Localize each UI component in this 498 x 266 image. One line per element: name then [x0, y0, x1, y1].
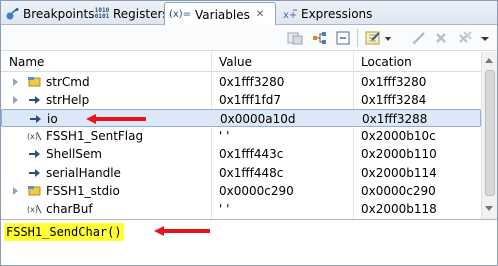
expressions-icon: x+ — [283, 7, 297, 21]
pointer-icon — [27, 166, 42, 180]
table-row[interactable]: strCmd 0x1fff3280 0x1fff3280 — [1, 73, 481, 91]
expand-arrow-icon[interactable] — [13, 186, 18, 195]
annotation-arrow-icon — [154, 226, 210, 236]
pointer-icon — [27, 147, 42, 161]
variable-icon: (x) — [27, 202, 42, 216]
svg-text:(x): (x) — [27, 205, 38, 214]
variable-icon: (x) — [27, 129, 42, 143]
cell-location: 0x2000b110 — [361, 147, 437, 162]
column-header-location[interactable]: Location — [355, 52, 481, 72]
svg-text:x+: x+ — [283, 10, 297, 21]
view-menu-dropdown-icon[interactable] — [479, 30, 491, 46]
cell-location: 0x1fff3284 — [361, 93, 427, 108]
tab-registers[interactable]: 1010 0101 Registers — [91, 3, 169, 25]
tab-bar: Breakpoints 1010 0101 Registers (x)= Vari… — [1, 1, 497, 26]
cell-name: FSSH1_stdio — [46, 183, 120, 198]
scroll-down-icon[interactable] — [485, 206, 493, 211]
scroll-up-icon[interactable] — [485, 58, 493, 63]
variables-icon: (x)= — [168, 9, 192, 20]
vertical-scrollbar[interactable] — [481, 52, 497, 219]
cell-value: 0x1fff1fd7 — [219, 93, 281, 108]
struct-icon — [27, 75, 42, 89]
variables-view: Breakpoints 1010 0101 Registers (x)= Vari… — [0, 0, 498, 266]
cell-value: 0x0000c290 — [219, 183, 294, 198]
pointer-icon — [28, 112, 43, 126]
cell-value: 0x0000a10d — [220, 112, 296, 127]
column-header-name[interactable]: Name — [3, 52, 211, 72]
cell-name: ShellSem — [46, 147, 102, 162]
table-row[interactable]: ShellSem 0x1fff443c 0x2000b110 — [1, 145, 481, 163]
cell-location: 0x2000b118 — [361, 201, 437, 216]
annotation-arrow-icon — [86, 114, 146, 124]
remove-icon[interactable] — [433, 30, 449, 46]
tab-expressions[interactable]: x+ Expressions — [279, 3, 372, 25]
detail-text: FSSH1_SendChar() — [4, 223, 124, 241]
cell-value: 0x1fff3280 — [219, 75, 285, 89]
cell-location: 0x2000b114 — [361, 165, 437, 180]
cell-name: strHelp — [46, 93, 90, 108]
column-header-value[interactable]: Value — [213, 52, 353, 72]
cell-location: 0x1fff3288 — [362, 112, 428, 127]
table-row[interactable]: io 0x0000a10d 0x1fff3288 — [1, 109, 481, 128]
cell-value: ' ' — [219, 201, 230, 216]
table-row[interactable]: strHelp 0x1fff1fd7 0x1fff3284 — [1, 91, 481, 109]
tab-label: Breakpoints — [23, 7, 95, 21]
pointer-icon — [27, 93, 42, 107]
breakpoints-icon — [5, 7, 19, 21]
close-icon[interactable]: ✕ — [256, 9, 264, 20]
table-row[interactable]: FSSH1_stdio 0x0000c290 0x0000c290 — [1, 182, 481, 200]
remove-all-icon[interactable] — [457, 30, 473, 46]
select-columns-icon[interactable] — [365, 30, 381, 46]
expand-arrow-icon[interactable] — [13, 78, 18, 86]
cell-location: 0x1fff3280 — [361, 75, 427, 89]
detail-pane[interactable]: FSSH1_SendChar() — [1, 219, 497, 265]
cell-name: serialHandle — [46, 165, 121, 180]
edit-variable-icon[interactable] — [411, 30, 427, 46]
show-logical-structure-icon[interactable] — [312, 30, 328, 46]
tab-label: Expressions — [301, 7, 373, 21]
table-row[interactable]: (x) charBuf ' ' 0x2000b118 — [1, 200, 481, 218]
expand-arrow-icon[interactable] — [13, 96, 18, 105]
table-header: Name Value Location — [1, 52, 497, 72]
collapse-all-icon[interactable] — [335, 30, 351, 46]
tab-breakpoints[interactable]: Breakpoints — [1, 3, 94, 25]
cell-name: FSSH1_SentFlag — [46, 129, 144, 144]
struct-icon — [27, 184, 42, 198]
cell-location: 0x2000b10c — [361, 129, 436, 144]
table-row[interactable]: (x) FSSH1_SentFlag ' ' 0x2000b10c — [1, 127, 481, 145]
view-menu-dropdown-icon[interactable] — [383, 30, 393, 46]
tab-variables[interactable]: (x)= Variables ✕ — [164, 2, 276, 26]
cell-name: strCmd — [46, 75, 90, 89]
cell-name: charBuf — [46, 201, 93, 216]
cell-value: ' ' — [219, 129, 230, 144]
svg-text:(x): (x) — [27, 132, 38, 141]
registers-icon: 1010 0101 — [94, 7, 110, 20]
table-row[interactable]: serialHandle 0x1fff448c 0x2000b114 — [1, 164, 481, 182]
cell-value: 0x1fff443c — [219, 147, 284, 162]
tab-label: Variables — [195, 7, 250, 22]
show-type-names-icon[interactable] — [287, 30, 303, 46]
scrollbar-thumb[interactable] — [485, 70, 495, 196]
tab-label: Registers — [113, 7, 169, 21]
cell-value: 0x1fff448c — [219, 165, 284, 180]
cell-location: 0x0000c290 — [361, 183, 436, 198]
view-toolbar — [1, 25, 497, 51]
cell-name: io — [47, 112, 58, 127]
